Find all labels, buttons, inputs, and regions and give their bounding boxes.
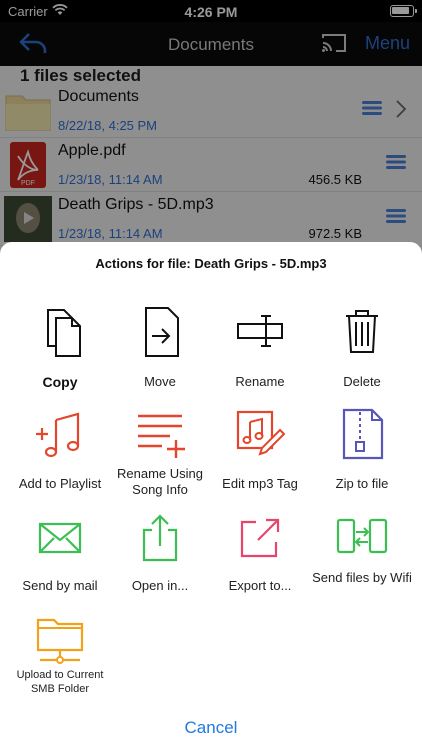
action-label: Copy — [42, 374, 78, 390]
add-to-playlist-button[interactable]: Add to Playlist — [8, 408, 112, 492]
upload-to-smb-folder-button[interactable]: Upload to Current SMB Folder — [8, 614, 112, 706]
rename-button[interactable]: Rename — [208, 306, 312, 390]
export-icon — [240, 518, 280, 558]
action-label: Send files by Wifi — [312, 570, 412, 585]
open-in-button[interactable]: Open in... — [108, 512, 212, 596]
share-icon — [142, 514, 178, 562]
action-label: Export to... — [228, 578, 292, 593]
send-by-mail-button[interactable]: Send by mail — [8, 512, 112, 596]
edit-mp3-tag-button[interactable]: Edit mp3 Tag — [208, 408, 312, 492]
action-label: Add to Playlist — [18, 476, 102, 491]
mail-icon — [38, 522, 82, 554]
cancel-button[interactable]: Cancel — [0, 718, 422, 738]
rename-using-song-info-button[interactable]: Rename Using Song Info — [108, 408, 212, 497]
zip-icon — [342, 408, 384, 460]
copy-button[interactable]: Copy — [8, 306, 112, 390]
action-label: Send by mail — [22, 578, 98, 593]
delete-button[interactable]: Delete — [310, 306, 414, 390]
action-label: Rename Using Song Info — [117, 466, 203, 497]
move-button[interactable]: Move — [108, 306, 212, 390]
action-label: Edit mp3 Tag — [222, 476, 298, 491]
smb-folder-icon — [36, 618, 84, 664]
export-to-button[interactable]: Export to... — [208, 512, 312, 596]
action-sheet: Actions for file: Death Grips - 5D.mp3 C… — [0, 242, 422, 750]
move-icon — [145, 307, 179, 357]
rename-icon — [237, 315, 283, 347]
action-label: Open in... — [131, 578, 189, 593]
action-label: Upload to Current SMB Folder — [16, 669, 104, 695]
wifi-transfer-icon — [336, 518, 388, 554]
edit-tag-icon — [236, 410, 286, 456]
zip-to-file-button[interactable]: Zip to file — [310, 408, 414, 492]
action-label: Delete — [343, 374, 381, 389]
action-label: Rename — [235, 374, 285, 389]
trash-icon — [346, 310, 378, 353]
playlist-icon — [36, 412, 80, 458]
action-label: Zip to file — [335, 476, 389, 491]
rename-song-icon — [138, 414, 185, 458]
action-sheet-title: Actions for file: Death Grips - 5D.mp3 — [95, 256, 327, 271]
copy-icon — [47, 309, 81, 357]
action-label: Move — [144, 374, 176, 389]
send-files-by-wifi-button[interactable]: Send files by Wifi — [310, 512, 414, 596]
